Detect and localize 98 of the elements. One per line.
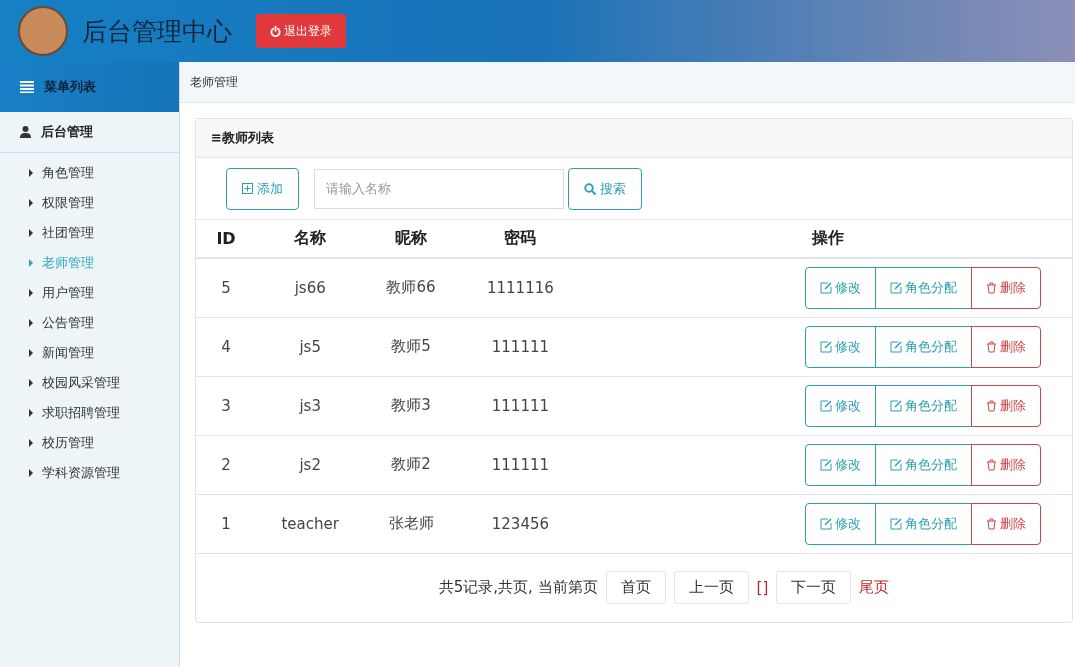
- table-cell: 111111: [457, 376, 584, 435]
- edit-icon: [890, 399, 902, 412]
- edit-icon: [890, 458, 902, 471]
- table-cell: 111111: [457, 435, 584, 494]
- column-header: 操作: [583, 220, 1072, 258]
- list-icon: [20, 81, 34, 93]
- table-cell: 5: [196, 258, 256, 317]
- delete-button[interactable]: 删除: [971, 443, 1041, 486]
- table-cell: 111111: [457, 317, 584, 376]
- search-button[interactable]: 搜索: [568, 167, 642, 210]
- caret-icon: [29, 349, 33, 357]
- column-header: ID: [196, 220, 256, 258]
- table-cell: 3: [196, 376, 256, 435]
- edit-icon: [820, 340, 832, 353]
- menu-item[interactable]: 老师管理: [0, 248, 179, 278]
- table-cell: 教师5: [364, 317, 458, 376]
- page-link[interactable]: []: [756, 578, 769, 597]
- user-icon: [20, 126, 31, 138]
- power-icon: [270, 25, 281, 37]
- table-cell: 2: [196, 435, 256, 494]
- add-button[interactable]: 添加: [226, 167, 299, 210]
- delete-button[interactable]: 删除: [971, 325, 1041, 368]
- caret-icon: [29, 439, 33, 447]
- caret-icon: [29, 259, 33, 267]
- plus-square-icon: [242, 183, 253, 194]
- menu-item[interactable]: 求职招聘管理: [0, 398, 179, 428]
- table-cell: js66: [256, 258, 365, 317]
- menu-item[interactable]: 校历管理: [0, 428, 179, 458]
- table-cell: 张老师: [364, 494, 458, 553]
- table-cell: 1111116: [457, 258, 584, 317]
- table-cell: 1: [196, 494, 256, 553]
- edit-button[interactable]: 修改: [805, 384, 876, 427]
- delete-button[interactable]: 删除: [971, 266, 1041, 309]
- table-cell: 教师66: [364, 258, 458, 317]
- caret-icon: [29, 199, 33, 207]
- edit-icon: [890, 281, 902, 294]
- panel-title: ≡教师列表: [211, 129, 274, 147]
- column-header: 昵称: [364, 220, 458, 258]
- trash-icon: [986, 281, 997, 294]
- caret-icon: [29, 409, 33, 417]
- page-button[interactable]: 下一页: [776, 571, 852, 604]
- assign-role-button[interactable]: 角色分配: [875, 502, 972, 545]
- app-title: 后台管理中心: [82, 15, 232, 48]
- assign-role-button[interactable]: 角色分配: [875, 443, 972, 486]
- edit-icon: [820, 399, 832, 412]
- menu-item[interactable]: 用户管理: [0, 278, 179, 308]
- column-header: 密码: [457, 220, 584, 258]
- table-cell: js5: [256, 317, 365, 376]
- menu-item[interactable]: 社团管理: [0, 218, 179, 248]
- trash-icon: [986, 517, 997, 530]
- edit-icon: [890, 517, 902, 530]
- caret-icon: [29, 319, 33, 327]
- edit-button[interactable]: 修改: [805, 443, 876, 486]
- sidebar-title: 菜单列表: [44, 78, 96, 96]
- assign-role-button[interactable]: 角色分配: [875, 325, 972, 368]
- table-cell: 教师2: [364, 435, 458, 494]
- page-link[interactable]: 尾页: [859, 578, 890, 597]
- edit-icon: [820, 458, 832, 471]
- edit-icon: [820, 281, 832, 294]
- logout-button[interactable]: 退出登录: [256, 14, 346, 48]
- caret-icon: [29, 169, 33, 177]
- avatar: [18, 6, 68, 56]
- edit-button[interactable]: 修改: [805, 266, 876, 309]
- menu-item[interactable]: 校园风采管理: [0, 368, 179, 398]
- edit-icon: [890, 340, 902, 353]
- trash-icon: [986, 399, 997, 412]
- table-cell: 123456: [457, 494, 584, 553]
- menu-item[interactable]: 角色管理: [0, 158, 179, 188]
- edit-button[interactable]: 修改: [805, 502, 876, 545]
- table-cell: teacher: [256, 494, 365, 553]
- page-button[interactable]: 首页: [605, 571, 666, 604]
- table-cell: js3: [256, 376, 365, 435]
- delete-button[interactable]: 删除: [971, 502, 1041, 545]
- search-field[interactable]: 请输入名称: [314, 168, 564, 209]
- edit-button[interactable]: 修改: [805, 325, 876, 368]
- breadcrumb: 老师管理: [190, 73, 238, 91]
- edit-icon: [820, 517, 832, 530]
- caret-icon: [29, 289, 33, 297]
- column-header: 名称: [256, 220, 365, 258]
- table-cell: 教师3: [364, 376, 458, 435]
- trash-icon: [986, 340, 997, 353]
- caret-icon: [29, 229, 33, 237]
- menu-item[interactable]: 学科资源管理: [0, 458, 179, 488]
- menu-group-title: 后台管理: [41, 123, 93, 141]
- delete-button[interactable]: 删除: [971, 384, 1041, 427]
- table-cell: js2: [256, 435, 365, 494]
- search-icon: [584, 182, 596, 195]
- table-cell: 4: [196, 317, 256, 376]
- caret-icon: [29, 379, 33, 387]
- caret-icon: [29, 469, 33, 477]
- menu-item[interactable]: 新闻管理: [0, 338, 179, 368]
- menu-item[interactable]: 权限管理: [0, 188, 179, 218]
- assign-role-button[interactable]: 角色分配: [875, 266, 972, 309]
- assign-role-button[interactable]: 角色分配: [875, 384, 972, 427]
- trash-icon: [986, 458, 997, 471]
- pagination-summary: 共5记录,共页, 当前第页: [438, 578, 598, 597]
- menu-item[interactable]: 公告管理: [0, 308, 179, 338]
- page-button[interactable]: 上一页: [673, 571, 749, 604]
